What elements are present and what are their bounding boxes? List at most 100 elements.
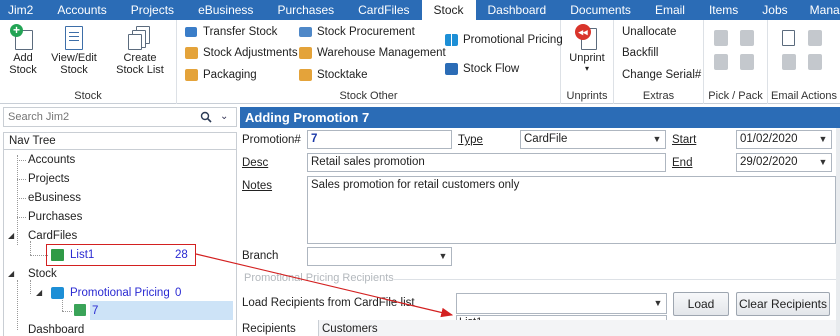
email-copy-icon[interactable] <box>808 30 822 46</box>
promotional-pricing-icon <box>445 33 459 47</box>
chevron-down-icon[interactable]: ▼ <box>815 154 831 171</box>
nav-search-input[interactable] <box>4 108 194 126</box>
pack-icon[interactable] <box>740 30 754 46</box>
start-date-field[interactable]: 01/02/2020 ▼ <box>736 130 832 149</box>
menu-tab-dashboard[interactable]: Dashboard <box>476 0 559 20</box>
menu-tab-projects[interactable]: Projects <box>119 0 186 20</box>
nav-item-promotional-pricing[interactable]: Promotional Pricing <box>70 284 170 302</box>
menu-tab-jobs[interactable]: Jobs <box>750 0 799 20</box>
desc-field[interactable]: Retail sales promotion <box>307 153 666 172</box>
promotional-pricing-tree-icon <box>51 287 64 299</box>
tree-connector <box>17 217 26 218</box>
email-document-icon[interactable] <box>782 30 795 46</box>
menu-tab-purchases[interactable]: Purchases <box>265 0 346 20</box>
notes-field[interactable]: Sales promotion for retail customers onl… <box>307 176 836 244</box>
add-stock-label: Add Stock <box>9 52 37 76</box>
tree-connector <box>17 280 18 330</box>
menu-tab-jim2[interactable]: Jim2 <box>0 0 45 20</box>
search-icon[interactable] <box>200 111 212 123</box>
backfill-button[interactable]: Backfill <box>622 44 658 62</box>
nav-item-ebusiness[interactable]: eBusiness <box>28 189 81 207</box>
packaging-button[interactable]: Packaging <box>185 66 257 84</box>
chevron-down-icon[interactable]: ▼ <box>649 131 665 148</box>
menu-tab-manage[interactable]: Manage <box>800 0 840 20</box>
unprint-label: Unprint <box>569 52 605 64</box>
menu-tab-cardfiles[interactable]: CardFiles <box>346 0 421 20</box>
tree-connector <box>17 179 26 180</box>
packaging-icon <box>185 68 199 82</box>
menu-tab-stock[interactable]: Stock <box>421 0 476 20</box>
expand-collapse-icon[interactable]: ◢ <box>36 288 45 297</box>
menu-tab-items[interactable]: Items <box>697 0 750 20</box>
promotion-number-field[interactable]: 7 <box>307 130 452 149</box>
pack-list-icon[interactable] <box>740 54 754 70</box>
nav-item-cardfiles[interactable]: CardFiles <box>28 227 77 245</box>
change-serial-button[interactable]: Change Serial# <box>622 66 701 84</box>
load-recipients-select[interactable]: ▼ <box>456 293 667 314</box>
collapse-chevron-icon[interactable]: ⌄ <box>220 110 232 124</box>
ribbon-group-pick-pack: Pick / Pack <box>704 20 768 104</box>
change-serial-label: Change Serial# <box>622 69 702 81</box>
promotional-pricing-label: Promotional Pricing <box>463 34 563 46</box>
selected-row-highlight <box>90 301 233 320</box>
add-stock-button[interactable]: + Add Stock <box>4 24 42 77</box>
email-attach-icon[interactable] <box>808 54 822 70</box>
warehouse-management-button[interactable]: Warehouse Management <box>299 44 446 62</box>
ribbon-group-unprints-label: Unprints <box>566 90 608 102</box>
packaging-label: Packaging <box>203 69 257 81</box>
ribbon: + Add Stock View/Edit Stock Create Stock… <box>0 20 840 104</box>
branch-select[interactable]: ▼ <box>307 247 452 266</box>
list1-highlight-box <box>46 244 196 266</box>
expand-collapse-icon[interactable]: ◢ <box>8 231 17 240</box>
backfill-label: Backfill <box>622 47 659 59</box>
nav-item-purchases[interactable]: Purchases <box>28 208 82 226</box>
stocktake-button[interactable]: Stocktake <box>299 66 368 84</box>
branch-label: Branch <box>242 250 279 262</box>
nav-item-list1[interactable]: List1 <box>70 246 94 264</box>
chevron-down-icon[interactable]: ▼ <box>650 294 666 313</box>
type-select[interactable]: CardFile ▼ <box>520 130 666 149</box>
clear-recipients-button[interactable]: Clear Recipients <box>736 292 830 316</box>
unallocate-label: Unallocate <box>622 26 677 38</box>
ribbon-group-email-actions-label: Email Actions <box>770 90 838 102</box>
add-stock-icon: + <box>9 24 37 50</box>
menu-tab-documents[interactable]: Documents <box>558 0 643 20</box>
ribbon-group-stock-label: Stock <box>74 90 102 102</box>
type-label: Type <box>458 134 483 146</box>
email-send-icon[interactable] <box>782 54 796 70</box>
stock-adjustments-button[interactable]: Stock Adjustments <box>185 44 298 62</box>
nav-item-dashboard[interactable]: Dashboard <box>28 321 84 336</box>
promotion-item-icon <box>74 304 86 316</box>
promotional-pricing-button[interactable]: Promotional Pricing <box>445 31 563 49</box>
form-scrollbar[interactable] <box>836 128 840 336</box>
start-date-value: 01/02/2020 <box>740 133 798 145</box>
load-button[interactable]: Load <box>673 292 729 316</box>
end-date-field[interactable]: 29/02/2020 ▼ <box>736 153 832 172</box>
chevron-down-icon[interactable]: ▼ <box>435 248 451 265</box>
create-stock-list-button[interactable]: Create Stock List <box>108 24 172 76</box>
pick-list-icon[interactable] <box>714 54 728 70</box>
stock-procurement-button[interactable]: Stock Procurement <box>299 23 415 41</box>
ribbon-group-extras: Unallocate Backfill Change Serial# Extra… <box>614 20 704 104</box>
menu-tab-ebusiness[interactable]: eBusiness <box>186 0 265 20</box>
unallocate-button[interactable]: Unallocate <box>622 23 676 41</box>
transfer-stock-button[interactable]: Transfer Stock <box>185 23 277 41</box>
ribbon-group-pick-pack-label: Pick / Pack <box>708 90 763 102</box>
menu-tab-accounts[interactable]: Accounts <box>45 0 118 20</box>
nav-item-accounts[interactable]: Accounts <box>28 151 75 169</box>
expand-collapse-icon[interactable]: ◢ <box>8 269 17 278</box>
transfer-stock-label: Transfer Stock <box>203 26 278 38</box>
stock-flow-button[interactable]: Stock Flow <box>445 60 519 78</box>
notes-label: Notes <box>242 180 273 192</box>
nav-item-promo-7[interactable]: 7 <box>92 302 98 320</box>
unprint-button[interactable]: ◂◂ Unprint ▾ <box>565 24 609 74</box>
nav-item-stock[interactable]: Stock <box>28 265 57 283</box>
stock-procurement-icon <box>299 25 313 39</box>
chevron-down-icon[interactable]: ▼ <box>815 131 831 148</box>
view-edit-stock-button[interactable]: View/Edit Stock <box>48 24 100 76</box>
nav-item-projects[interactable]: Projects <box>28 170 70 188</box>
menu-tab-email[interactable]: Email <box>643 0 697 20</box>
pick-icon[interactable] <box>714 30 728 46</box>
load-recipients-label: Load Recipients from CardFile list <box>242 297 415 309</box>
type-select-value: CardFile <box>524 133 568 145</box>
